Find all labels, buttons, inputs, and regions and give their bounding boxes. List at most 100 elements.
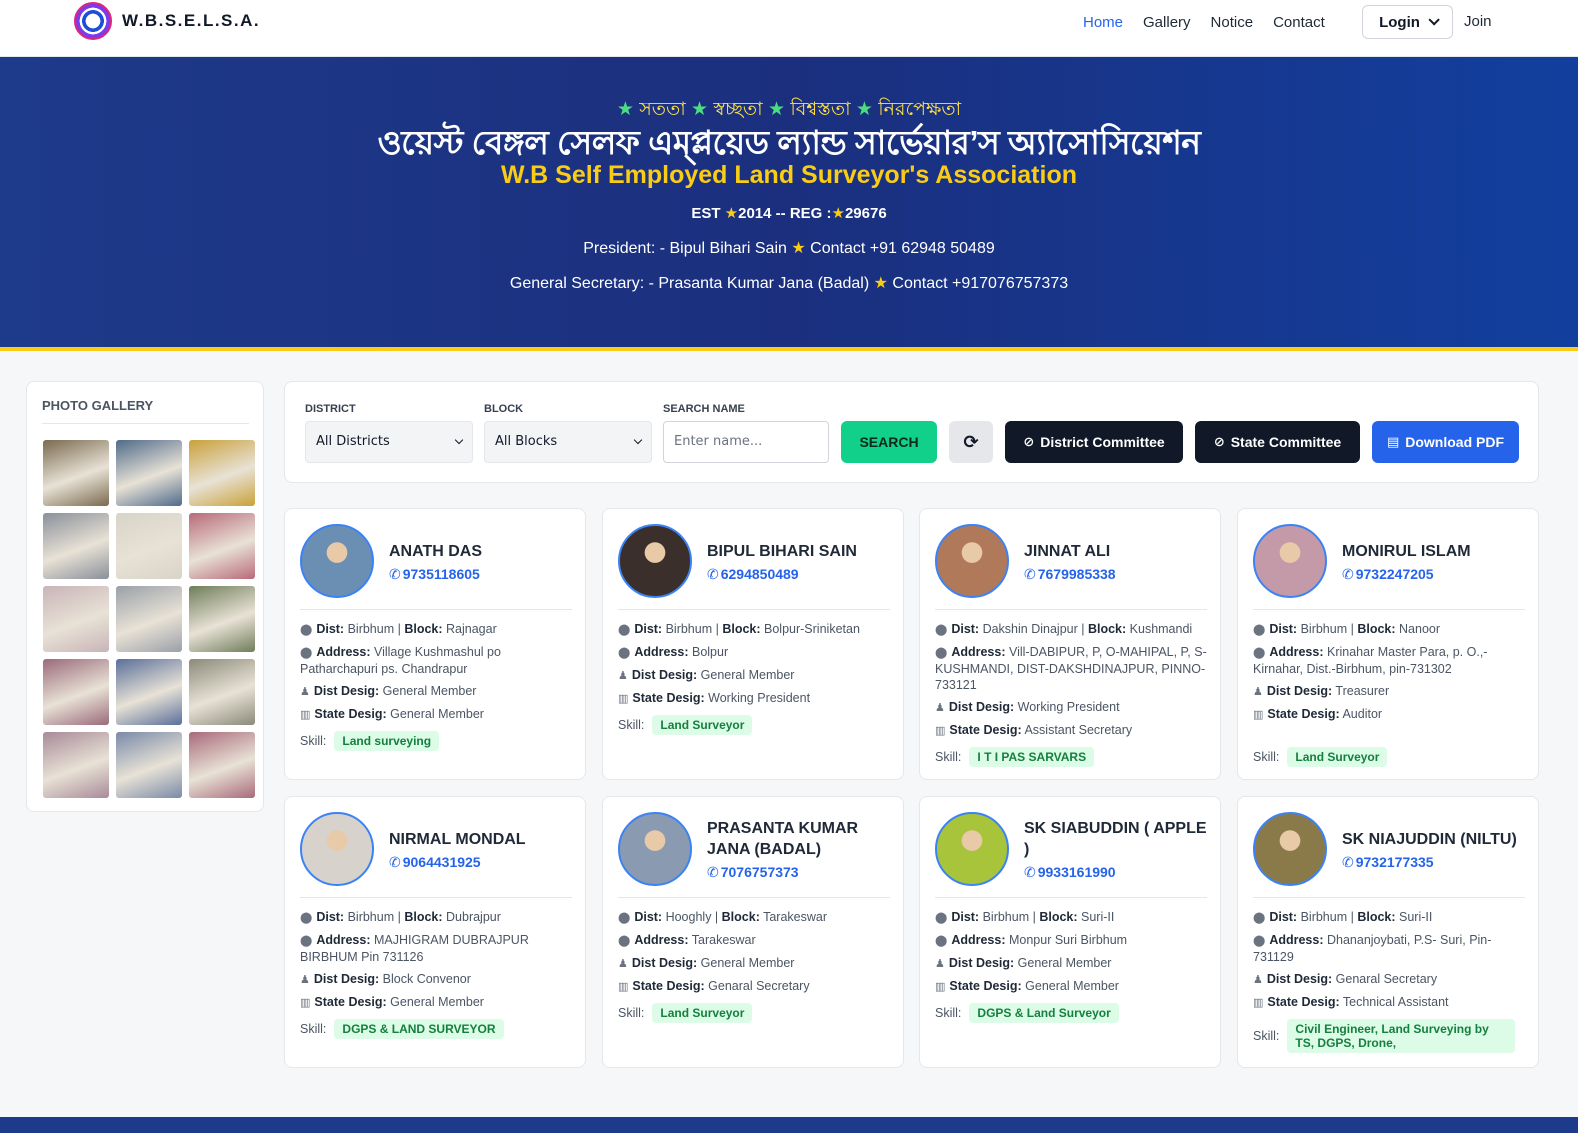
member-phone-number: 9735118605: [402, 566, 480, 582]
member-card[interactable]: SK NIAJUDDIN (NILTU) ✆ 9732177335 ⬤ Dist: Bi…: [1237, 796, 1539, 1068]
est-year: 2014: [738, 205, 772, 222]
gallery-thumbnail[interactable]: [116, 440, 182, 506]
member-state-desig: General Member: [390, 995, 484, 1009]
member-dist: Birbhum: [347, 622, 395, 636]
member-details: ⬤ Dist: Birbhum | Block: Suri-II ⬤ Address:…: [1253, 909, 1528, 1017]
location-pin-icon: ⬤: [1253, 935, 1266, 947]
skill-label: Skill:: [935, 750, 962, 764]
president-line: President: - Bipul Bihari Sain ★ Contact…: [0, 238, 1578, 258]
member-state-desig-row: ▥ State Desig: General Member: [300, 994, 575, 1011]
gallery-thumbnail[interactable]: [189, 513, 255, 579]
member-skill-row: Skill: Land surveying: [300, 731, 440, 751]
member-phone[interactable]: ✆ 9732177335: [1342, 854, 1434, 871]
member-state-desig: Assistant Secretary: [1024, 723, 1133, 737]
dist-label: Dist:: [1269, 622, 1298, 636]
member-name: SK NIAJUDDIN (NILTU): [1342, 831, 1517, 848]
gallery-thumbnail[interactable]: [116, 513, 182, 579]
member-phone[interactable]: ✆ 9064431925: [389, 854, 481, 871]
block-label: Block:: [722, 622, 761, 636]
member-dist-desig: Treasurer: [1335, 684, 1390, 698]
english-title: W.B Self Employed Land Surveyor's Associ…: [501, 161, 1077, 189]
user-gear-icon: ♟: [1253, 686, 1263, 698]
member-details: ⬤ Dist: Dakshin Dinajpur | Block: Kushman…: [935, 621, 1210, 745]
chevron-down-icon: [1428, 14, 1440, 26]
district-committee-button[interactable]: ⊘ District Committee: [1005, 421, 1183, 463]
login-label: Login: [1379, 13, 1420, 31]
search-button[interactable]: SEARCH: [841, 421, 937, 463]
member-card[interactable]: MONIRUL ISLAM ✆ 9732247205 ⬤ Dist: Birbhum |…: [1237, 508, 1539, 780]
reset-button[interactable]: ⟳: [949, 421, 993, 463]
skill-label: Skill:: [300, 734, 327, 748]
gallery-thumbnail[interactable]: [43, 440, 109, 506]
general-secretary-line: General Secretary: - Prasanta Kumar Jana…: [0, 273, 1578, 293]
block-label: Block:: [1087, 622, 1127, 636]
member-details: ⬤ Dist: Birbhum | Block: Rajnagar ⬤ Address…: [300, 621, 575, 729]
member-card[interactable]: JINNAT ALI ✆ 7679985338 ⬤ Dist: Dakshin Dina…: [919, 508, 1221, 780]
general-secretary-contact: Contact +917076757373: [892, 275, 1069, 292]
dist-label: Dist:: [316, 622, 345, 636]
member-address-row: ⬤ Address: Tarakeswar: [618, 932, 893, 949]
search-name-input[interactable]: Enter name...: [663, 421, 829, 463]
state-desig-label: State Desig:: [314, 995, 387, 1009]
phone-icon: ✆: [1342, 566, 1354, 582]
gallery-thumbnail[interactable]: [43, 732, 109, 798]
building-columns-icon: ▥: [300, 709, 311, 721]
gallery-thumbnail[interactable]: [43, 513, 109, 579]
member-phone[interactable]: ✆ 9732247205: [1342, 566, 1434, 583]
nav-contact[interactable]: Contact: [1273, 14, 1325, 31]
member-address-row: ⬤ Address: Krinahar Master Para, p. O.,- …: [1253, 644, 1528, 677]
download-pdf-button[interactable]: ▤ Download PDF: [1372, 421, 1519, 463]
location-pin-icon: ⬤: [935, 912, 948, 924]
gallery-thumbnail[interactable]: [189, 659, 255, 725]
member-name: BIPUL BIHARI SAIN: [707, 543, 857, 560]
gallery-thumbnail[interactable]: [116, 659, 182, 725]
user-gear-icon: ♟: [618, 670, 628, 682]
member-phone[interactable]: ✆ 7679985338: [1024, 566, 1116, 583]
dist-desig-label: Dist Desig:: [948, 956, 1015, 970]
member-skill-row: Skill: Land Surveyor: [1253, 747, 1388, 767]
gallery-thumbnail[interactable]: [43, 659, 109, 725]
gallery-thumbnail[interactable]: [43, 586, 109, 652]
block-select[interactable]: All Blocks: [484, 421, 652, 463]
gallery-thumbnail[interactable]: [189, 440, 255, 506]
member-skill-row: Skill: DGPS & Land Surveyor: [935, 1003, 1119, 1023]
building-columns-icon: ▥: [1253, 709, 1264, 721]
member-dist-desig: General Member: [1017, 956, 1112, 970]
gallery-thumbnail[interactable]: [189, 732, 255, 798]
skill-label: Skill:: [618, 718, 645, 732]
member-phone[interactable]: ✆ 9735118605: [389, 566, 480, 583]
nav-notice[interactable]: Notice: [1211, 14, 1254, 31]
user-gear-icon: ♟: [618, 958, 628, 970]
nav-home[interactable]: Home: [1083, 14, 1123, 31]
member-state-desig: Technical Assistant: [1342, 995, 1449, 1009]
login-dropdown-button[interactable]: Login: [1362, 5, 1453, 39]
member-state-desig-row: ▥ State Desig: Genaral Secretary: [618, 978, 893, 995]
gallery-thumbnail[interactable]: [116, 586, 182, 652]
member-card[interactable]: PRASANTA KUMAR JANA (BADAL) ✆ 7076757373 ⬤ D…: [602, 796, 904, 1068]
member-phone[interactable]: ✆ 9933161990: [1024, 864, 1116, 881]
chevron-down-icon: [454, 435, 464, 445]
phone-icon: ✆: [389, 566, 401, 582]
member-block: Suri-II: [1399, 910, 1433, 924]
gallery-thumbnail[interactable]: [116, 732, 182, 798]
president-name: President: - Bipul Bihari Sain: [583, 240, 787, 257]
district-select[interactable]: All Districts: [305, 421, 473, 463]
location-pin-icon: ⬤: [1253, 624, 1266, 636]
state-committee-button[interactable]: ⊘ State Committee: [1195, 421, 1360, 463]
divider: [935, 609, 1207, 610]
member-dist-desig: Genaral Secretary: [1335, 972, 1438, 986]
member-phone[interactable]: ✆ 6294850489: [707, 566, 799, 583]
nav-join[interactable]: Join: [1464, 13, 1492, 30]
star-icon: ★: [873, 275, 888, 292]
member-card[interactable]: ANATH DAS ✆ 9735118605 ⬤ Dist: Birbhum | Blo…: [284, 508, 586, 780]
member-card[interactable]: SK SIABUDDIN ( APPLE ) ✆ 9933161990 ⬤ Dist: …: [919, 796, 1221, 1068]
member-card[interactable]: NIRMAL MONDAL ✆ 9064431925 ⬤ Dist: Birbhum |…: [284, 796, 586, 1068]
member-card[interactable]: BIPUL BIHARI SAIN ✆ 6294850489 ⬤ Dist: Birbh…: [602, 508, 904, 780]
member-phone[interactable]: ✆ 7076757373: [707, 864, 799, 881]
gallery-thumbnail[interactable]: [189, 586, 255, 652]
skill-badge: Land Surveyor: [652, 715, 753, 735]
nav-gallery[interactable]: Gallery: [1143, 14, 1191, 31]
phone-icon: ✆: [707, 864, 719, 880]
building-columns-icon: ▥: [1253, 997, 1264, 1009]
brand[interactable]: W.B.S.E.L.S.A.: [74, 2, 260, 40]
